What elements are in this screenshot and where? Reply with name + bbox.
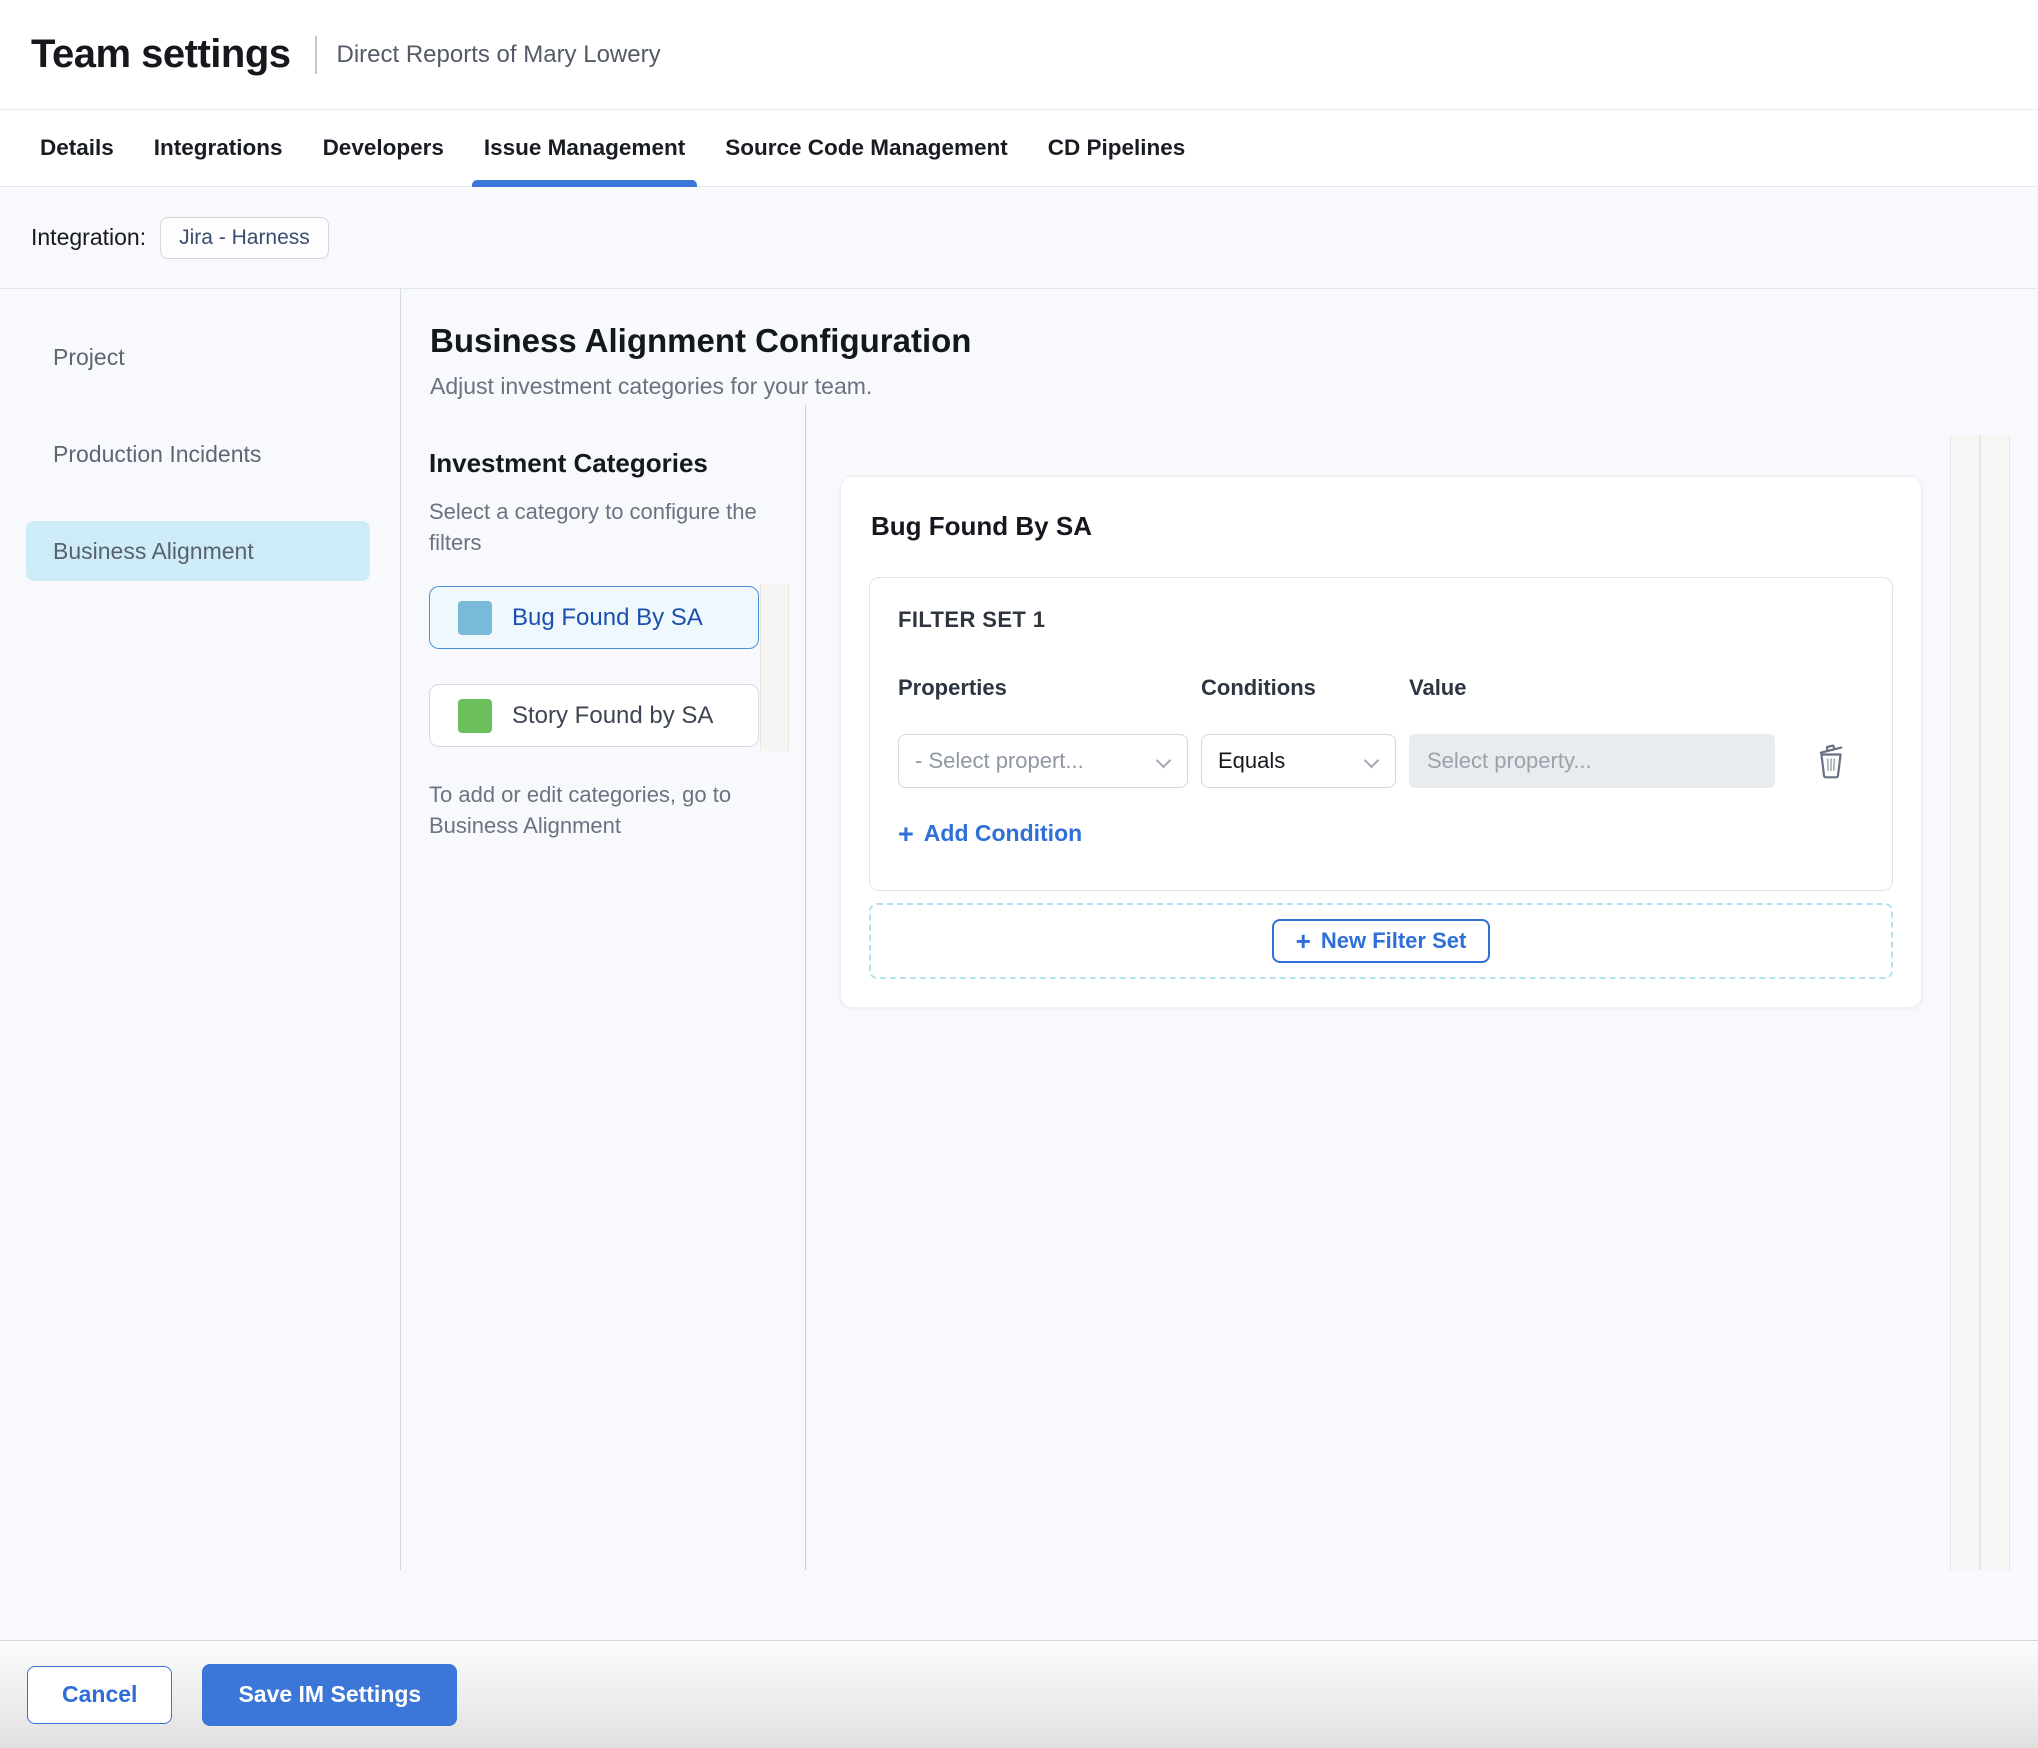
add-condition-button[interactable]: + Add Condition [898,820,1082,847]
investment-categories-panel: Investment Categories Select a category … [429,446,781,841]
integration-label: Integration: [31,224,147,250]
categories-hint: Select a category to configure the filte… [429,499,757,555]
filter-column-headers: Properties Conditions Value [898,676,1864,700]
cancel-button[interactable]: Cancel [27,1665,173,1724]
value-input[interactable] [1409,734,1775,788]
trash-icon[interactable] [1814,742,1848,780]
tab-bar: Details Integrations Developers Issue Ma… [0,110,2038,187]
plus-icon: + [898,818,914,849]
categories-scrollbar-track[interactable] [760,584,789,751]
filter-set-1: FILTER SET 1 Properties Conditions Value… [869,577,1893,891]
footer-action-bar: Cancel Save IM Settings [0,1640,2038,1748]
property-select[interactable]: - Select propert... [898,734,1188,788]
value-column-header: Value [1409,675,1467,700]
filter-card-title: Bug Found By SA [871,511,1092,541]
new-filter-set-label: New Filter Set [1320,928,1467,953]
properties-column-header: Properties [898,675,1007,700]
vertical-scrollbar-track-inner[interactable] [1980,435,2010,1570]
save-im-settings-button[interactable]: Save IM Settings [202,1663,458,1726]
content-area: Project Production Incidents Business Al… [0,289,2038,1640]
section-heading: Business Alignment Configuration Adjust … [430,319,971,400]
tab-issue-management[interactable]: Issue Management [471,110,698,187]
sidebar-divider [400,289,401,1570]
page-header: Team settings Direct Reports of Mary Low… [0,0,2038,110]
add-condition-label: Add Condition [923,820,1083,846]
category-bug-found-by-sa[interactable]: Bug Found By SA [429,586,759,649]
filter-condition-row: - Select propert... Equals [898,734,1864,788]
category-label: Bug Found By SA [512,603,703,631]
tab-details[interactable]: Details [28,110,126,186]
plus-icon: + [1295,926,1311,956]
bug-category-color-swatch [458,600,492,635]
section-title: Business Alignment Configuration [430,322,972,359]
team-settings-page: Team settings Direct Reports of Mary Low… [0,0,2038,1748]
tab-integrations[interactable]: Integrations [142,110,295,186]
category-label: Story Found by SA [512,701,714,729]
chevron-down-icon [1363,752,1380,769]
categories-divider [805,405,806,1570]
tab-cd-pipelines[interactable]: CD Pipelines [1036,110,1198,186]
page-title: Team settings [31,32,291,76]
chevron-down-icon [1155,752,1172,769]
title-separator [314,35,317,74]
filter-set-label: FILTER SET 1 [898,607,1046,632]
tab-source-code-management[interactable]: Source Code Management [713,110,1020,186]
conditions-column-header: Conditions [1201,675,1316,700]
story-category-color-swatch [458,698,492,733]
tab-developers[interactable]: Developers [311,110,456,186]
vertical-scrollbar-track-outer[interactable] [1950,435,1980,1570]
section-subtitle: Adjust investment categories for your te… [430,373,873,399]
condition-select-value: Equals [1218,748,1286,773]
filter-config-card: Bug Found By SA FILTER SET 1 Properties … [840,476,1922,1008]
property-select-value: - Select propert... [915,748,1084,773]
page-subtitle: Direct Reports of Mary Lowery [336,40,661,68]
sidebar-item-business-alignment[interactable]: Business Alignment [26,521,370,581]
sidebar-item-project[interactable]: Project [0,327,400,387]
categories-heading: Investment Categories [429,448,708,478]
categories-footnote: To add or edit categories, go to Busines… [429,782,732,838]
new-filter-set-button[interactable]: + New Filter Set [1271,919,1491,963]
sidebar-item-production-incidents[interactable]: Production Incidents [0,424,400,484]
new-filter-set-dropzone: + New Filter Set [869,903,1893,979]
integration-row: Integration: Jira - Harness [0,187,2038,289]
condition-select[interactable]: Equals [1201,734,1396,788]
integration-chip[interactable]: Jira - Harness [160,216,329,259]
category-story-found-by-sa[interactable]: Story Found by SA [429,684,759,747]
